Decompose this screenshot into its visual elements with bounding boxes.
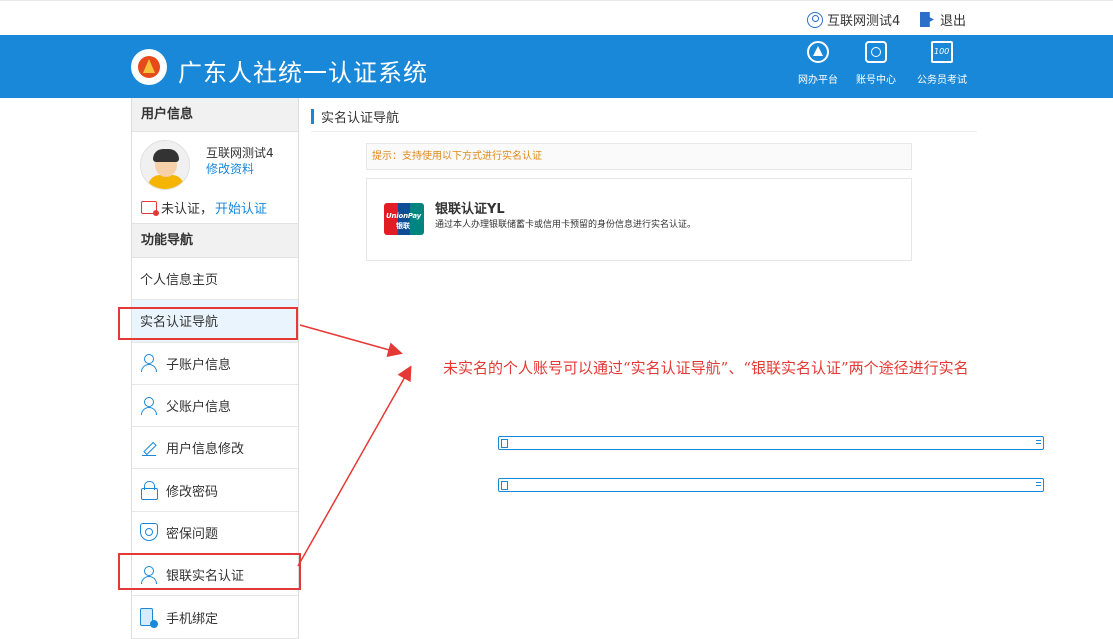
start-verification-link[interactable]: 开始认证 (215, 198, 267, 217)
person-add-icon (140, 354, 158, 373)
verification-status: 未认证， 开始认证 (141, 198, 267, 217)
lock-icon (140, 481, 158, 501)
sidebar-item-label: 用户信息修改 (166, 442, 245, 458)
site-header: 广东人社统一认证系统 网办平台 账号中心 公务员考试 (0, 35, 1113, 98)
site-logo (131, 49, 167, 85)
card-title: 银联认证YL (435, 202, 505, 217)
breadcrumb-divider (311, 131, 977, 132)
current-user-name: 互联网测试4 (827, 14, 901, 29)
sidebar-item-label: 手机绑定 (166, 611, 219, 627)
shield-icon (140, 523, 158, 542)
arrow-from-unionpay (297, 365, 412, 567)
pencil-icon (140, 439, 158, 457)
sidebar-item-parent-account[interactable]: 父账户信息 (132, 385, 298, 428)
current-user[interactable]: 互联网测试4 (807, 10, 900, 29)
nav-account-center-label: 账号中心 (856, 75, 896, 86)
sidebar-item-phone-binding[interactable]: 手机绑定 (132, 596, 298, 639)
id-card-icon (498, 436, 1044, 450)
edit-profile-link[interactable]: 修改资料 (206, 160, 254, 177)
phone-icon (140, 608, 158, 629)
arrow-to-annotation (299, 324, 403, 357)
sidebar-item-label: 子账户信息 (166, 357, 232, 373)
unverified-icon (141, 201, 159, 216)
exam-icon (931, 41, 953, 63)
sidebar-item-label: 修改密码 (166, 484, 219, 500)
unionpay-verify-card[interactable]: UnionPay 银联 银联认证YL 通过本人办理银联储蓄卡或信用卡预留的身份信… (366, 178, 912, 261)
user-info-heading: 用户信息 (132, 98, 298, 132)
nav-exam-label: 公务员考试 (917, 75, 967, 86)
avatar (140, 140, 190, 190)
status-text: 未认证， (161, 202, 214, 217)
sidebar-item-edit-user-info[interactable]: 用户信息修改 (132, 427, 298, 470)
site-title: 广东人社统一认证系统 (178, 59, 428, 87)
highlight-box-realname-nav (118, 307, 298, 340)
logout-label: 退出 (940, 14, 967, 29)
unionpay-logo: UnionPay 银联 (384, 203, 424, 235)
sidebar-item-sub-account[interactable]: 子账户信息 (132, 343, 298, 385)
nav-exam[interactable]: 公务员考试 (912, 41, 972, 86)
sidebar-item-label: 父账户信息 (166, 400, 232, 416)
highlight-box-unionpay (118, 553, 301, 590)
nav-platform[interactable]: 网办平台 (788, 41, 848, 86)
person-icon (140, 396, 158, 415)
sidebar-item-label: 密保问题 (166, 526, 219, 542)
logout-button[interactable]: 退出 (920, 10, 966, 29)
sidebar-item-security-question[interactable]: 密保问题 (132, 512, 298, 555)
platform-icon (807, 41, 829, 63)
breadcrumb-title: 实名认证导航 (321, 111, 400, 126)
user-icon (807, 11, 823, 28)
breadcrumb: 实名认证导航 (311, 107, 399, 126)
breadcrumb-marker (311, 109, 314, 124)
sidebar-item-label: 个人信息主页 (140, 273, 219, 289)
nav-heading: 功能导航 (132, 224, 298, 258)
nav-account-center[interactable]: 账号中心 (846, 41, 906, 86)
sidebar-user-name: 互联网测试4 (206, 146, 274, 160)
tip-banner: 提示：支持使用以下方式进行实名认证 (366, 143, 912, 170)
logout-icon (920, 12, 934, 27)
annotation-text: 未实名的个人账号可以通过“实名认证导航”、“银联实名认证”两个途径进行实名 (443, 359, 969, 377)
top-bar: 互联网测试4 退出 (0, 0, 1113, 35)
id-card-icon (498, 478, 1044, 493)
sidebar-item-change-password[interactable]: 修改密码 (132, 469, 298, 512)
sidebar-item-personal-home[interactable]: 个人信息主页 (132, 258, 1044, 450)
nav-platform-label: 网办平台 (798, 75, 838, 86)
user-info-panel: 互联网测试4 修改资料 未认证， 开始认证 (132, 132, 298, 224)
account-center-icon (865, 41, 887, 63)
card-description: 通过本人办理银联储蓄卡或信用卡预留的身份信息进行实名认证。 (435, 220, 697, 230)
